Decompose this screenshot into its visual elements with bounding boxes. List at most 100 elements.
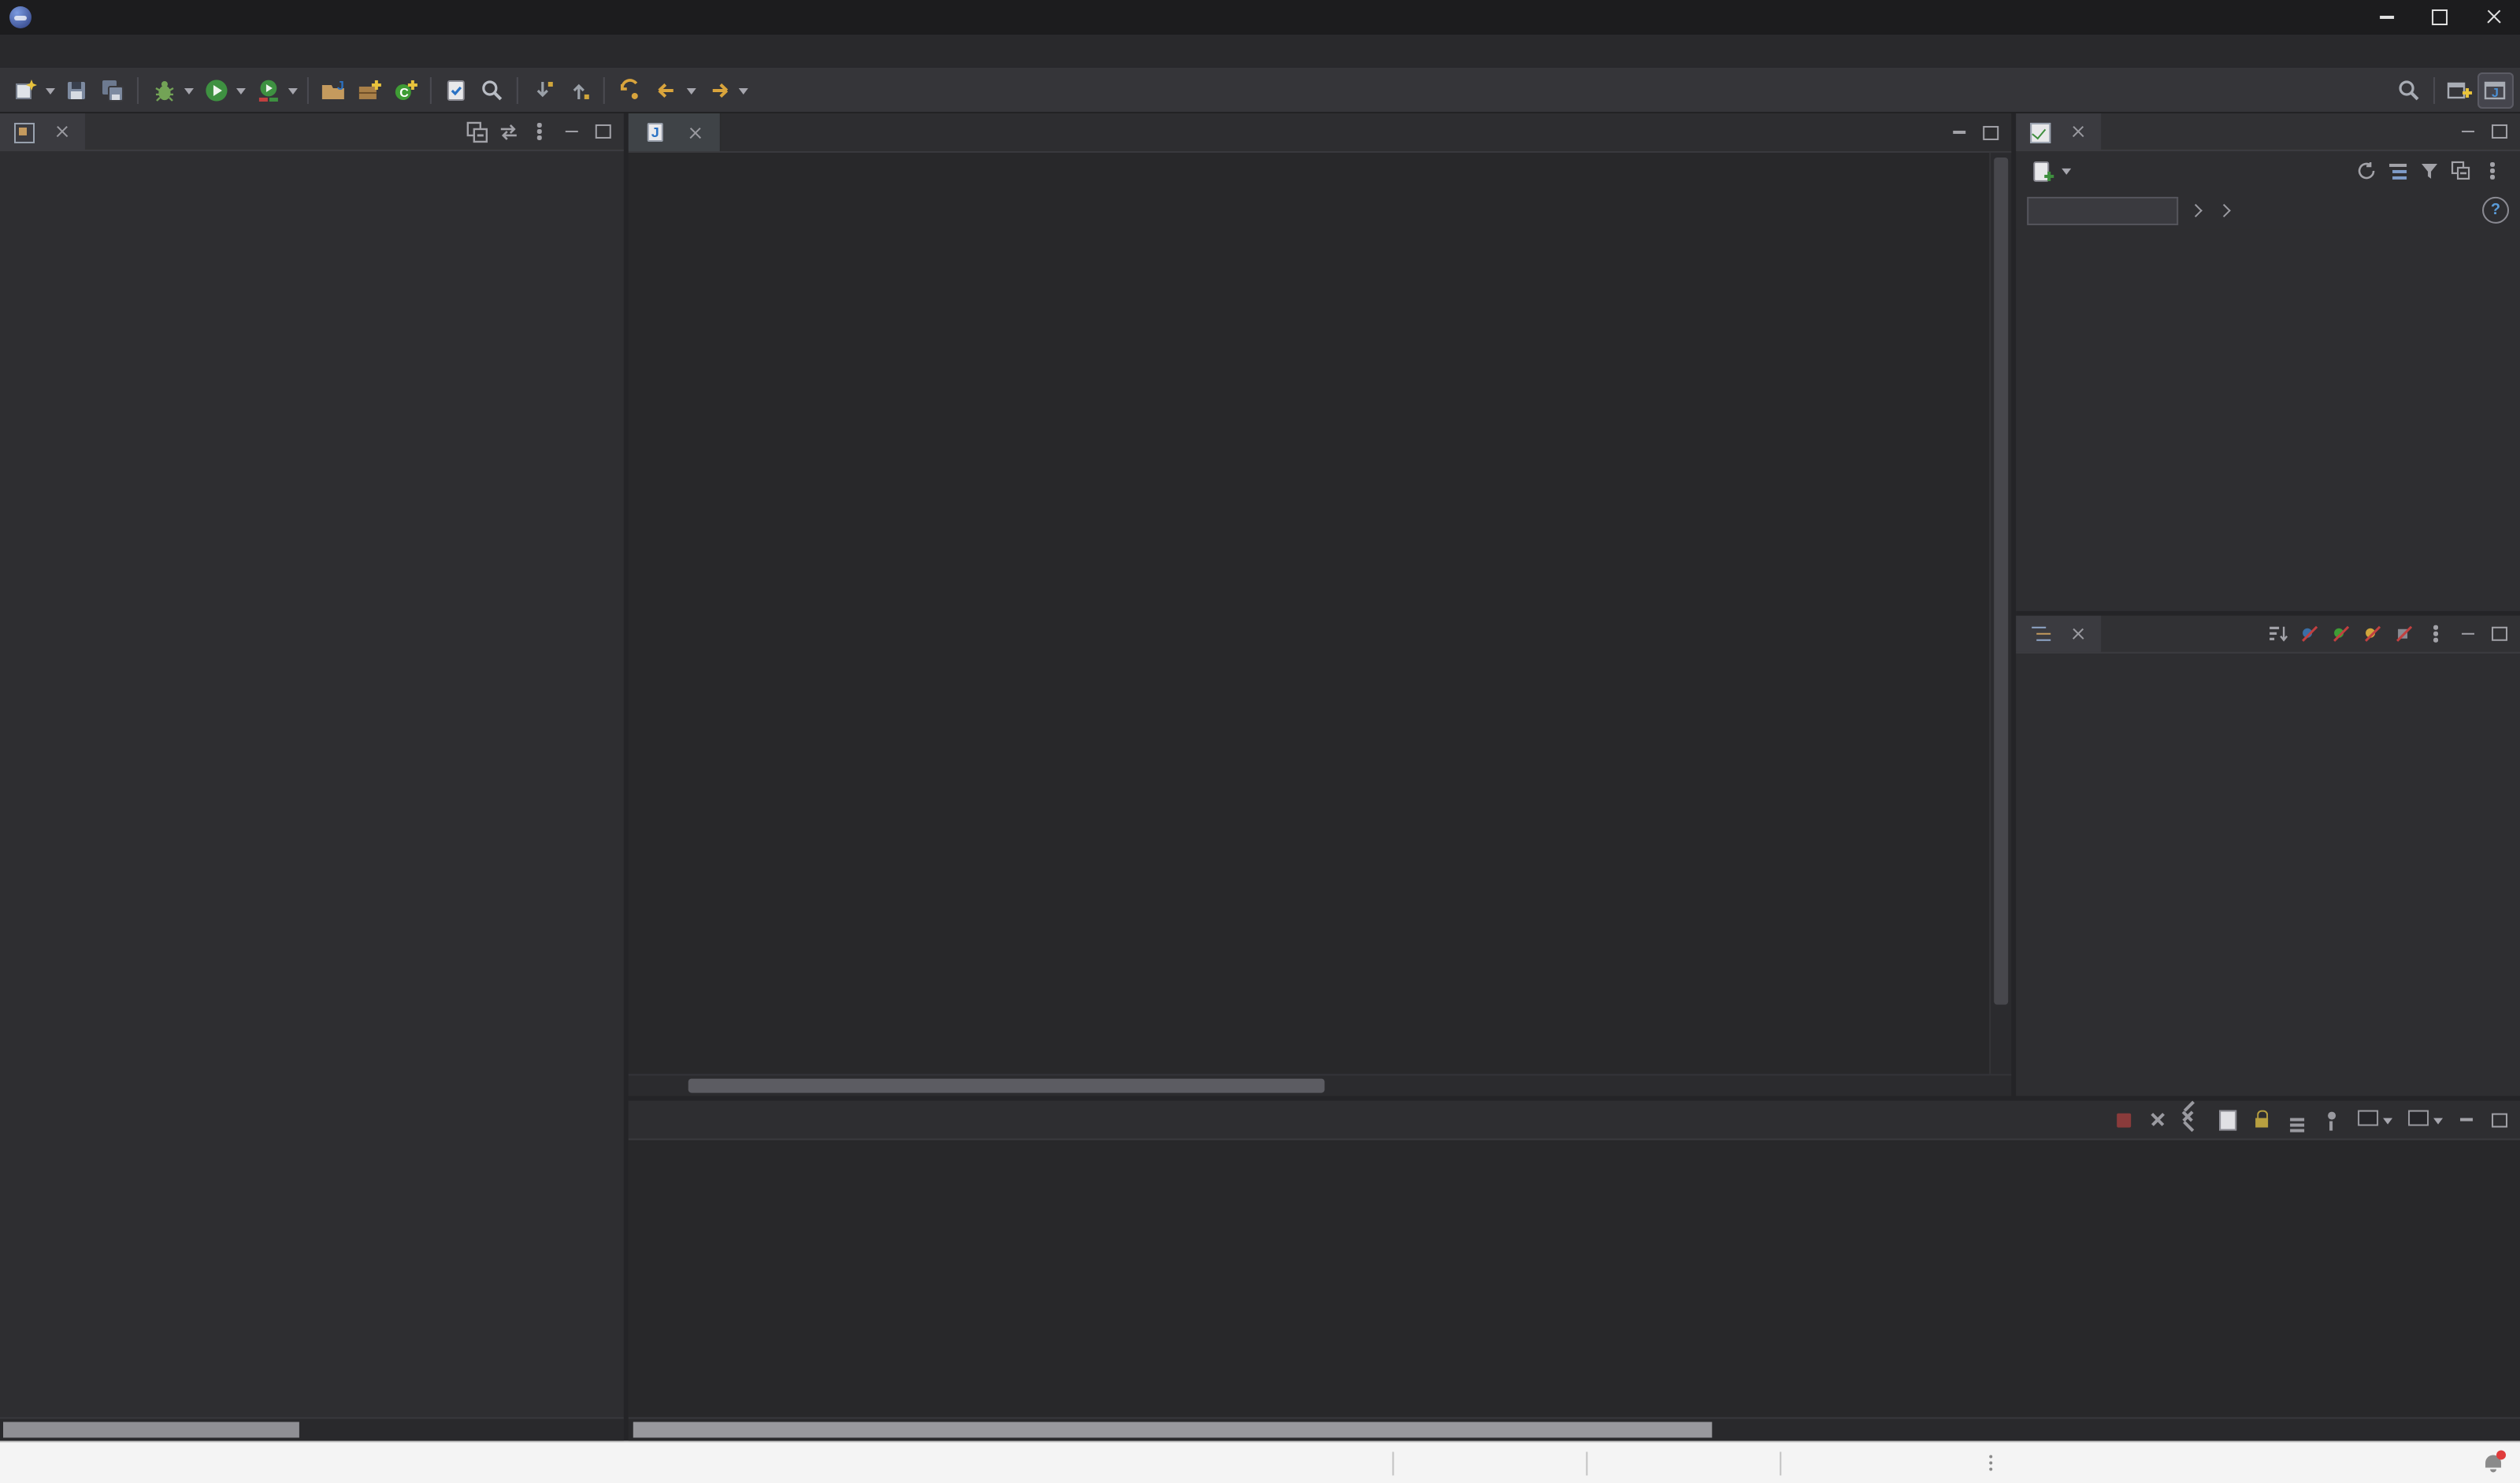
sort-icon[interactable] bbox=[2265, 621, 2292, 647]
new-wizard-button[interactable] bbox=[6, 72, 58, 108]
code-area[interactable] bbox=[688, 153, 1990, 1074]
terminate-button[interactable] bbox=[2109, 1106, 2137, 1134]
maximize-view-icon[interactable] bbox=[2485, 118, 2512, 145]
coverage-button[interactable] bbox=[249, 72, 301, 108]
maximize-view-icon[interactable] bbox=[2485, 621, 2512, 647]
categorized-view-icon[interactable] bbox=[2385, 158, 2411, 184]
dropdown-caret-icon[interactable] bbox=[287, 81, 299, 98]
debug-button[interactable] bbox=[145, 72, 197, 108]
scrollbar-thumb[interactable] bbox=[1994, 157, 2009, 1005]
new-java-project-button[interactable]: J bbox=[315, 72, 351, 108]
close-icon[interactable] bbox=[685, 122, 706, 143]
save-all-button[interactable] bbox=[95, 72, 131, 108]
previous-annotation-button[interactable] bbox=[561, 72, 597, 108]
clear-console-button[interactable] bbox=[2213, 1106, 2241, 1134]
view-menu-icon[interactable] bbox=[2479, 158, 2506, 184]
filter-icon[interactable] bbox=[2416, 158, 2443, 184]
forward-button[interactable] bbox=[700, 72, 752, 108]
java-perspective-button[interactable]: J bbox=[2477, 71, 2514, 108]
save-button[interactable] bbox=[58, 72, 95, 108]
activate-dropdown[interactable] bbox=[2218, 204, 2235, 217]
open-task-button[interactable] bbox=[438, 72, 474, 108]
task-list-tab[interactable] bbox=[2016, 113, 2102, 150]
task-list-toolbar bbox=[2016, 151, 2520, 191]
scope-all-dropdown[interactable] bbox=[2189, 204, 2206, 217]
dropdown-caret-icon[interactable] bbox=[737, 81, 750, 98]
collapse-all-icon[interactable] bbox=[463, 118, 490, 145]
dropdown-caret-icon[interactable] bbox=[2381, 1111, 2394, 1129]
word-wrap-button[interactable] bbox=[2282, 1106, 2310, 1134]
hide-non-public-icon[interactable] bbox=[2359, 621, 2386, 647]
maximize-view-icon[interactable] bbox=[2485, 1107, 2512, 1133]
display-selected-console-button[interactable] bbox=[2351, 1106, 2396, 1134]
notification-bell-icon[interactable] bbox=[2479, 1448, 2507, 1477]
close-icon[interactable] bbox=[2068, 624, 2088, 644]
last-edit-location-button[interactable] bbox=[611, 72, 648, 108]
window-maximize-button[interactable] bbox=[2413, 0, 2466, 35]
open-console-button[interactable] bbox=[2402, 1106, 2446, 1134]
quick-access-search-icon[interactable] bbox=[2391, 72, 2427, 108]
main-toolbar: J C J bbox=[0, 67, 2520, 113]
package-explorer-tab[interactable] bbox=[0, 113, 85, 150]
editor-tab-app-java[interactable] bbox=[628, 113, 722, 151]
new-task-button[interactable] bbox=[2022, 153, 2074, 189]
toolbar-separator bbox=[306, 76, 309, 103]
search-button[interactable] bbox=[474, 72, 510, 108]
scrollbar-thumb[interactable] bbox=[633, 1422, 1712, 1438]
minimize-view-icon[interactable] bbox=[2454, 621, 2481, 647]
hide-local-types-icon[interactable] bbox=[2391, 621, 2418, 647]
minimize-view-icon[interactable] bbox=[2454, 118, 2481, 145]
synchronize-icon[interactable] bbox=[2353, 158, 2380, 184]
package-explorer-hscrollbar[interactable] bbox=[0, 1417, 624, 1441]
open-perspective-button[interactable] bbox=[2441, 72, 2477, 108]
close-icon[interactable] bbox=[2068, 121, 2088, 142]
dropdown-caret-icon[interactable] bbox=[2432, 1111, 2444, 1129]
link-with-editor-icon[interactable] bbox=[495, 118, 521, 145]
console-hscrollbar[interactable] bbox=[628, 1417, 2520, 1441]
back-button[interactable] bbox=[648, 72, 700, 108]
dropdown-caret-icon[interactable] bbox=[2060, 162, 2073, 180]
dropdown-caret-icon[interactable] bbox=[685, 81, 698, 98]
new-class-button[interactable]: C bbox=[388, 72, 424, 108]
status-menu-dots[interactable] bbox=[1980, 1451, 2002, 1474]
svg-text:C: C bbox=[399, 86, 409, 99]
next-annotation-button[interactable] bbox=[525, 72, 561, 108]
run-icon bbox=[199, 72, 235, 108]
dropdown-caret-icon[interactable] bbox=[235, 81, 247, 98]
eclipse-logo-icon bbox=[9, 6, 32, 28]
editor-hscrollbar[interactable] bbox=[628, 1073, 2012, 1096]
view-menu-icon[interactable] bbox=[526, 118, 553, 145]
line-number-gutter bbox=[629, 153, 688, 1074]
close-icon[interactable] bbox=[52, 121, 72, 142]
pin-console-button[interactable] bbox=[2317, 1106, 2345, 1134]
dropdown-caret-icon[interactable] bbox=[183, 81, 195, 98]
new-package-button[interactable] bbox=[351, 72, 388, 108]
scroll-lock-button[interactable] bbox=[2247, 1106, 2276, 1134]
collapse-all-icon[interactable] bbox=[2448, 158, 2474, 184]
minimize-view-icon[interactable] bbox=[1945, 119, 1972, 146]
scrollbar-thumb[interactable] bbox=[688, 1078, 1325, 1093]
view-menu-icon[interactable] bbox=[2422, 621, 2449, 647]
hide-static-members-icon[interactable] bbox=[2328, 621, 2355, 647]
window-close-button[interactable] bbox=[2466, 0, 2520, 35]
minimize-view-icon[interactable] bbox=[558, 118, 585, 145]
code-editor[interactable] bbox=[628, 152, 2012, 1074]
outline-tab[interactable] bbox=[2016, 615, 2102, 652]
remove-launch-button[interactable] bbox=[2143, 1106, 2172, 1134]
run-button[interactable] bbox=[197, 72, 249, 108]
scrollbar-thumb[interactable] bbox=[2, 1422, 299, 1438]
hide-fields-icon[interactable] bbox=[2296, 621, 2323, 647]
console-output[interactable] bbox=[629, 1140, 2520, 1418]
editor-vscrollbar[interactable] bbox=[1989, 152, 2012, 1074]
remove-all-terminated-button[interactable] bbox=[2178, 1106, 2206, 1134]
maximize-view-icon[interactable] bbox=[589, 118, 616, 145]
window-minimize-button[interactable] bbox=[2359, 0, 2413, 35]
chevron-right-icon bbox=[2218, 204, 2230, 217]
help-icon[interactable]: ? bbox=[2482, 196, 2510, 224]
maximize-view-icon[interactable] bbox=[1976, 119, 2003, 146]
find-input[interactable] bbox=[2027, 195, 2179, 224]
dropdown-caret-icon[interactable] bbox=[44, 81, 57, 98]
minimize-view-icon[interactable] bbox=[2452, 1107, 2479, 1133]
back-arrow-icon bbox=[649, 72, 685, 108]
status-bar bbox=[0, 1440, 2520, 1483]
